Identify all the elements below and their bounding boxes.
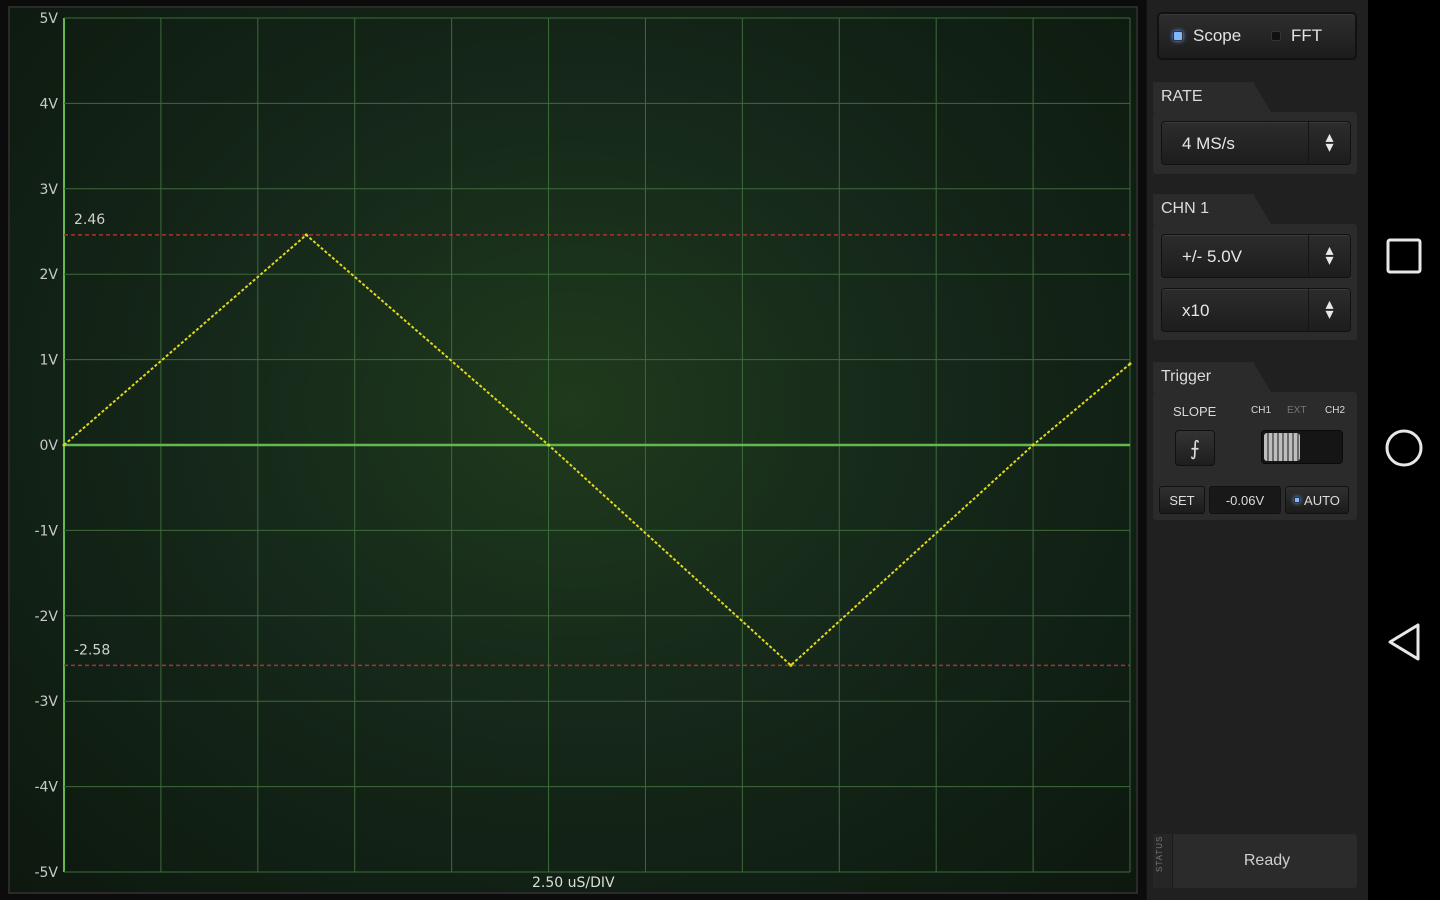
src-ch1-label: CH1 (1251, 405, 1272, 416)
updown-arrows-icon: ▴ ▾ (1308, 122, 1350, 164)
trace-point (1128, 362, 1132, 366)
cursor-high-label: 2.46 (74, 212, 105, 228)
y-tick-label: -4V (34, 780, 58, 796)
set-button[interactable]: SET (1159, 486, 1205, 514)
src-ch2-label: CH2 (1325, 405, 1346, 416)
y-tick-label: 3V (40, 182, 59, 198)
trigger-section: Trigger SLOPE CH1 EXT CH2 ⨍ SET -0.06V A… (1153, 362, 1357, 520)
status-tag: STATUS (1153, 834, 1173, 888)
status-bar: STATUS Ready (1153, 834, 1357, 888)
trace-point (789, 663, 793, 667)
slope-label: SLOPE (1173, 404, 1217, 419)
y-tick-label: 4V (40, 96, 59, 112)
trigger-source-switch[interactable] (1261, 430, 1343, 464)
y-tick-label: -5V (34, 865, 58, 881)
chn1-title: CHN 1 (1153, 194, 1271, 224)
y-tick-label: 5V (40, 11, 59, 27)
src-ext-label: EXT (1287, 405, 1307, 416)
android-nav-bar (1368, 0, 1440, 900)
y-tick-label: -1V (34, 523, 58, 539)
grid (63, 17, 1131, 873)
scope-radio-label: Scope (1193, 26, 1242, 45)
trigger-level-row: SET -0.06V AUTO (1159, 486, 1349, 514)
recents-button[interactable] (1384, 236, 1424, 276)
scope-screen[interactable]: 5V 4V 3V 2V 1V 0V -1V -2V -3V -4V -5V 2.46 -2.58 2.… (8, 6, 1138, 894)
probe-value: x10 (1182, 301, 1210, 320)
fft-radio-dot (1271, 31, 1281, 41)
fft-radio-label: FFT (1291, 26, 1323, 45)
trace-line (63, 233, 1131, 667)
switch-knob[interactable] (1264, 433, 1300, 461)
y-tick-label: 0V (40, 438, 59, 454)
circle-icon (1385, 429, 1423, 467)
probe-select[interactable]: x10 ▴ ▾ (1161, 288, 1351, 332)
scope-radio-dot (1173, 31, 1183, 41)
auto-toggle[interactable]: AUTO (1285, 486, 1349, 514)
time-div-label: 2.50 uS/DIV (532, 875, 615, 891)
rate-title: RATE (1153, 82, 1271, 112)
square-icon (1386, 238, 1422, 274)
home-button[interactable] (1384, 428, 1424, 468)
y-tick-label: -2V (34, 609, 58, 625)
updown-arrows-icon: ▴ ▾ (1308, 235, 1350, 277)
set-button-label: SET (1169, 492, 1195, 508)
rate-select[interactable]: 4 MS/s ▴ ▾ (1161, 121, 1351, 165)
trace-point (62, 443, 66, 447)
range-value: +/- 5.0V (1182, 247, 1243, 266)
trace-point (304, 233, 308, 237)
updown-arrows-icon: ▴ ▾ (1308, 289, 1350, 331)
scope-radio[interactable]: Scope (1173, 26, 1241, 46)
trace-point (1031, 443, 1035, 447)
y-tick-label: -3V (34, 694, 58, 710)
range-select[interactable]: +/- 5.0V ▴ ▾ (1161, 234, 1351, 278)
y-tick-label: 1V (40, 353, 59, 369)
cursor-lines[interactable]: 2.46 -2.58 (64, 212, 1130, 667)
rate-section: RATE 4 MS/s ▴ ▾ (1153, 82, 1357, 174)
fft-radio[interactable]: FFT (1271, 26, 1322, 46)
cursor-low-label: -2.58 (74, 642, 110, 658)
rate-value: 4 MS/s (1182, 134, 1235, 153)
status-tag-label: STATUS (1155, 835, 1164, 872)
slope-button[interactable]: ⨍ (1175, 430, 1215, 466)
trigger-title: Trigger (1153, 362, 1271, 392)
y-axis-labels: 5V 4V 3V 2V 1V 0V -1V -2V -3V -4V -5V (34, 11, 58, 881)
mode-selector: Scope FFT (1157, 12, 1357, 60)
auto-label: AUTO (1304, 492, 1340, 508)
trigger-level-value: -0.06V (1225, 492, 1265, 508)
back-button[interactable] (1384, 622, 1424, 662)
oscilloscope-app: 5V 4V 3V 2V 1V 0V -1V -2V -3V -4V -5V 2.46 -2.58 2.… (0, 0, 1368, 900)
trace (62, 233, 1132, 667)
status-text: Ready (1243, 852, 1291, 869)
trace-point (547, 443, 551, 447)
triangle-icon (1388, 623, 1420, 661)
trigger-level-field[interactable]: -0.06V (1209, 486, 1281, 514)
control-panel: Scope FFT RATE 4 MS/s ▴ ▾ CHN 1 +/- 5.0V … (1146, 0, 1368, 900)
rising-edge-icon: ⨍ (1189, 437, 1201, 460)
chn1-section: CHN 1 +/- 5.0V ▴ ▾ x10 ▴ ▾ (1153, 194, 1357, 340)
scope-plot[interactable]: 5V 4V 3V 2V 1V 0V -1V -2V -3V -4V -5V 2.46 -2.58 2.… (10, 8, 1136, 892)
y-tick-label: 2V (40, 267, 59, 283)
auto-dot (1294, 497, 1301, 503)
